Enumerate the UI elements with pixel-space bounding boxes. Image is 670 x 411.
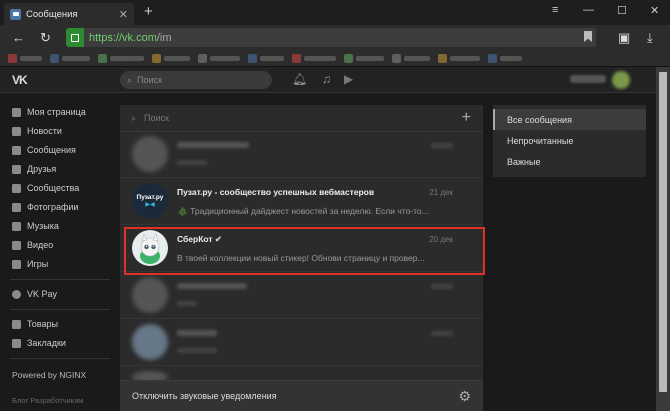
games-icon: [12, 259, 21, 269]
bookmark-item[interactable]: [344, 53, 384, 63]
bookmark-item[interactable]: [50, 53, 90, 63]
bookmarks-icon: [12, 338, 21, 348]
browser-menu-icon[interactable]: ≡: [552, 4, 558, 16]
play-icon[interactable]: ▶: [344, 72, 353, 86]
vk-logo[interactable]: VK: [12, 73, 28, 87]
bell-icon[interactable]: 🔔︎: [292, 72, 307, 86]
avatar: [132, 277, 168, 313]
bookmark-item[interactable]: [152, 53, 190, 63]
dialogs-search-placeholder: Поиск: [144, 113, 169, 123]
menu-item-photos[interactable]: Фотографии: [12, 202, 78, 212]
new-message-plus-icon[interactable]: +: [462, 109, 471, 127]
header-search-placeholder: Поиск: [137, 75, 162, 85]
reload-icon[interactable]: ↻: [40, 30, 51, 46]
dialog-item-blurred[interactable]: [120, 132, 483, 178]
avatar: [132, 324, 168, 360]
tab-close-icon[interactable]: ✕: [119, 8, 128, 21]
menu-item-games[interactable]: Игры: [12, 259, 48, 269]
scrollbar-thumb[interactable]: [659, 72, 667, 392]
bookmark-item[interactable]: [392, 53, 430, 63]
friends-icon: [12, 164, 21, 174]
dialog-item-puzat[interactable]: Пузат.ру ▶◀ Пузат.ру - сообщество успешн…: [120, 179, 483, 225]
sound-notifications-label: Отключить звуковые уведомления: [132, 391, 277, 401]
footer-links[interactable]: Блог Разработчикам: [12, 396, 84, 405]
search-icon: ⌕: [127, 74, 133, 85]
music-icon: [12, 221, 21, 231]
menu-item-friends[interactable]: Друзья: [12, 164, 56, 174]
dialog-last-message: 🎄︎ Традиционный дайджест новостей за нед…: [177, 206, 429, 216]
menu-item-bookmarks[interactable]: Закладки: [12, 338, 66, 348]
dialog-item-blurred[interactable]: [120, 320, 483, 366]
menu-item-my-page[interactable]: Моя страница: [12, 107, 86, 117]
avatar: Пузат.ру ▶◀: [132, 183, 168, 219]
left-menu: Моя страница Новости Сообщения Друзья Со…: [0, 93, 120, 411]
bookmark-item[interactable]: [8, 53, 42, 63]
minimize-button[interactable]: —: [583, 4, 594, 16]
news-icon: [12, 126, 21, 136]
dialog-date: 21 дек: [429, 188, 453, 197]
menu-divider: [10, 358, 110, 359]
video-icon: [12, 240, 21, 250]
photos-icon: [12, 202, 21, 212]
url-text: https://vk.com/im: [89, 31, 172, 44]
menu-item-communities[interactable]: Сообщества: [12, 183, 79, 193]
dialog-item-blurred[interactable]: [120, 367, 483, 383]
bookmark-item[interactable]: [98, 53, 144, 63]
maximize-button[interactable]: ☐: [617, 4, 627, 17]
new-tab-button[interactable]: +: [144, 3, 153, 20]
menu-divider: [10, 309, 110, 310]
menu-item-music[interactable]: Музыка: [12, 221, 59, 231]
bookmark-item[interactable]: [488, 53, 522, 63]
browser-tab-bar: Сообщения ✕ + ≡ — ☐ ✕: [0, 0, 670, 25]
menu-item-goods[interactable]: Товары: [12, 319, 58, 329]
bookmark-item[interactable]: [292, 53, 336, 63]
menu-divider: [10, 279, 110, 280]
communities-icon: [12, 183, 21, 193]
highlight-annotation: [124, 227, 485, 275]
messages-icon: [12, 145, 21, 155]
dialogs-search-input[interactable]: ⌕ Поиск: [120, 105, 483, 132]
menu-item-messages[interactable]: Сообщения: [12, 145, 76, 155]
close-window-button[interactable]: ✕: [650, 4, 659, 17]
download-icon[interactable]: ⤓: [647, 30, 653, 46]
folder-important[interactable]: Важные: [493, 151, 646, 172]
menu-item-vkpay[interactable]: VK Pay: [12, 289, 57, 299]
tree-icon: 🎄︎: [177, 206, 188, 216]
bookmark-item[interactable]: [438, 53, 480, 63]
folder-all-messages[interactable]: Все сообщения: [493, 109, 646, 130]
tab-title: Сообщения: [26, 8, 78, 20]
goods-icon: [12, 319, 21, 329]
page-scrollbar[interactable]: [656, 67, 670, 411]
browser-tab[interactable]: Сообщения ✕: [4, 3, 134, 25]
vk-header: VK ⌕ Поиск 🔔︎ ♫ ▶: [0, 67, 656, 93]
disable-sound-notifications[interactable]: Отключить звуковые уведомления ⚙: [120, 380, 483, 411]
back-arrow-icon[interactable]: ←: [12, 30, 25, 45]
bookmarks-bar: [0, 50, 670, 67]
search-icon: ⌕: [131, 112, 137, 123]
address-bar-row: ← ↻ https://vk.com/im ▣ ⤓: [0, 25, 670, 50]
menu-item-news[interactable]: Новости: [12, 126, 62, 136]
header-search-input[interactable]: ⌕ Поиск: [120, 71, 272, 89]
url-field[interactable]: https://vk.com/im: [66, 28, 596, 47]
menu-item-video[interactable]: Видео: [12, 240, 53, 250]
gear-icon[interactable]: ⚙: [458, 388, 471, 405]
user-name[interactable]: [570, 75, 606, 83]
powered-by-label[interactable]: Powered by NGINX: [12, 370, 86, 380]
music-note-icon[interactable]: ♫: [322, 72, 331, 86]
folder-unread[interactable]: Непрочитанные: [493, 130, 646, 151]
home-icon: [12, 107, 21, 117]
message-folders: Все сообщения Непрочитанные Важные: [493, 105, 646, 177]
bookmark-item[interactable]: [198, 53, 240, 63]
avatar[interactable]: [612, 71, 630, 89]
bookmark-item[interactable]: [248, 53, 284, 63]
lock-icon: [66, 28, 84, 47]
vk-favicon-icon: [10, 8, 21, 20]
avatar: [132, 136, 168, 172]
vkpay-icon: [12, 289, 21, 299]
dialog-name: Пузат.ру - сообщество успешных вебмастер…: [177, 187, 375, 197]
extension-icon[interactable]: ▣: [618, 30, 630, 46]
dialog-item-blurred[interactable]: [120, 273, 483, 319]
